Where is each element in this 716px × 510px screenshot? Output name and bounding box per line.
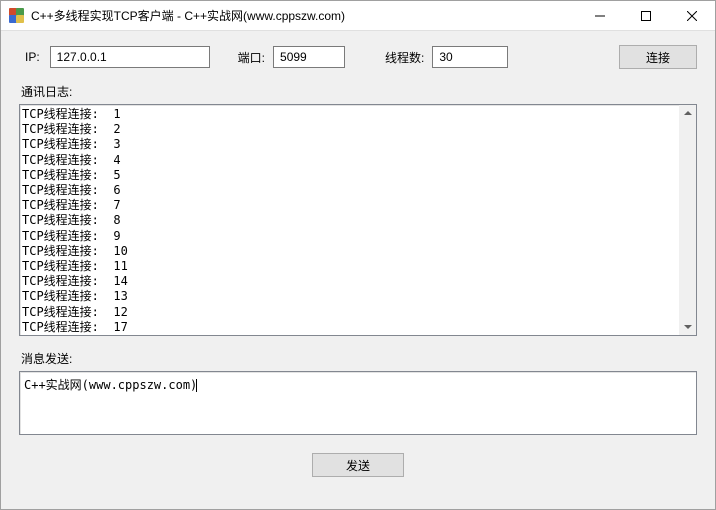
log-scrollbar[interactable] — [679, 105, 696, 335]
maximize-button[interactable] — [623, 1, 669, 30]
titlebar: C++多线程实现TCP客户端 - C++实战网(www.cppszw.com) — [1, 1, 715, 31]
port-label: 端口: — [238, 49, 265, 66]
message-label: 消息发送: — [21, 350, 697, 367]
minimize-button[interactable] — [577, 1, 623, 30]
port-input[interactable] — [273, 46, 345, 68]
connection-row: IP: 端口: 线程数: 连接 — [19, 45, 697, 69]
send-button[interactable]: 发送 — [312, 453, 404, 477]
log-label: 通讯日志: — [21, 83, 697, 100]
client-area: IP: 端口: 线程数: 连接 通讯日志: TCP线程连接: 1 TCP线程连接… — [1, 31, 715, 509]
threads-label: 线程数: — [385, 49, 424, 66]
scroll-down-icon[interactable] — [679, 318, 696, 335]
window-title: C++多线程实现TCP客户端 - C++实战网(www.cppszw.com) — [31, 7, 577, 24]
text-cursor — [196, 379, 197, 392]
app-window: C++多线程实现TCP客户端 - C++实战网(www.cppszw.com) … — [0, 0, 716, 510]
threads-input[interactable] — [432, 46, 508, 68]
window-controls — [577, 1, 715, 30]
scroll-up-icon[interactable] — [679, 105, 696, 122]
message-input[interactable]: C++实战网(www.cppszw.com) — [19, 371, 697, 435]
ip-label: IP: — [25, 50, 40, 64]
send-row: 发送 — [19, 435, 697, 477]
close-button[interactable] — [669, 1, 715, 30]
message-text: C++实战网(www.cppszw.com) — [24, 378, 197, 392]
connect-button[interactable]: 连接 — [619, 45, 697, 69]
ip-input[interactable] — [50, 46, 210, 68]
app-icon — [9, 8, 25, 24]
log-content: TCP线程连接: 1 TCP线程连接: 2 TCP线程连接: 3 TCP线程连接… — [20, 105, 679, 335]
log-area[interactable]: TCP线程连接: 1 TCP线程连接: 2 TCP线程连接: 3 TCP线程连接… — [19, 104, 697, 336]
